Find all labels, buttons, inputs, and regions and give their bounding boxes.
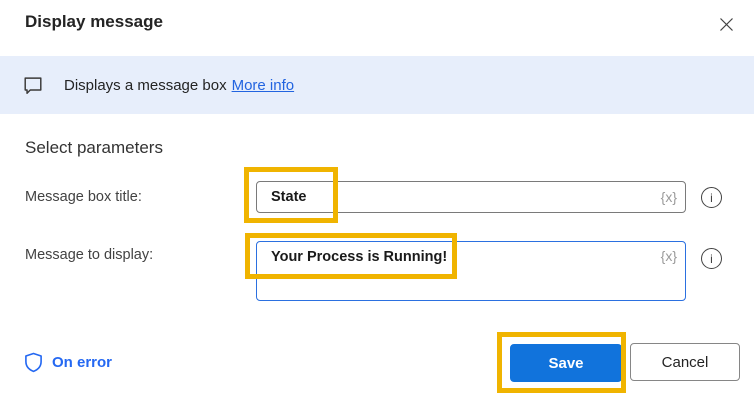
display-message-dialog: Display message Displays a message box M… bbox=[0, 0, 754, 401]
more-info-link[interactable]: More info bbox=[232, 77, 295, 94]
info-glyph: i bbox=[710, 251, 713, 266]
variable-picker-icon[interactable]: {x} bbox=[661, 248, 677, 264]
info-icon[interactable]: i bbox=[701, 248, 722, 269]
action-description-banner: Displays a message box More info bbox=[0, 56, 754, 114]
close-icon bbox=[719, 17, 734, 32]
dialog-title: Display message bbox=[25, 12, 163, 31]
message-box-title-label: Message box title: bbox=[25, 189, 142, 205]
message-box-title-input[interactable]: State {x} bbox=[256, 181, 686, 213]
info-icon[interactable]: i bbox=[701, 187, 722, 208]
message-to-display-textarea[interactable]: Your Process is Running! {x} bbox=[256, 241, 686, 301]
on-error-label: On error bbox=[52, 354, 113, 371]
select-parameters-heading: Select parameters bbox=[25, 138, 163, 157]
close-button[interactable] bbox=[713, 11, 739, 37]
info-glyph: i bbox=[710, 190, 713, 205]
message-bubble-icon bbox=[22, 74, 44, 96]
banner-description: Displays a message box bbox=[64, 76, 227, 94]
cancel-button[interactable]: Cancel bbox=[630, 343, 740, 381]
message-box-title-value: State bbox=[271, 189, 307, 205]
on-error-button[interactable]: On error bbox=[24, 352, 112, 373]
shield-icon bbox=[24, 352, 43, 373]
message-to-display-value: Your Process is Running! bbox=[271, 249, 448, 265]
save-button[interactable]: Save bbox=[510, 344, 622, 382]
variable-picker-icon[interactable]: {x} bbox=[661, 189, 677, 205]
message-to-display-label: Message to display: bbox=[25, 247, 154, 263]
